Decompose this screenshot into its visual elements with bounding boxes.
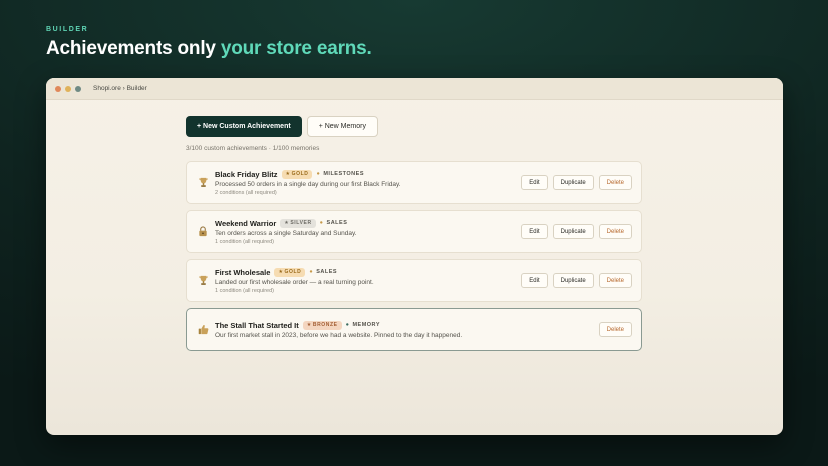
usage-counts: 3/100 custom achievements · 1/100 memori… <box>186 145 320 152</box>
achievement-card[interactable]: Weekend Warrior ★SILVER ● SALES Ten orde… <box>186 210 642 253</box>
card-actions: Edit Duplicate Delete <box>521 175 632 190</box>
card-actions: Delete <box>598 322 632 337</box>
hero-headline: Achievements only your store earns. <box>46 38 372 60</box>
thumbs-up-icon <box>196 323 210 337</box>
window-titlebar: Shopi.ore › Builder <box>46 78 783 100</box>
star-icon: ★ <box>285 171 291 177</box>
new-memory-button[interactable]: + New Memory <box>306 116 378 137</box>
category-dot-icon: ● <box>319 220 324 226</box>
achievement-conditions: 1 condition (all required) <box>215 238 275 245</box>
memory-card[interactable]: The Stall That Started It ★BRONZE ● MEMO… <box>186 308 642 351</box>
achievement-conditions: 1 condition (all required) <box>215 287 275 294</box>
category-dot-icon: ● <box>316 171 321 177</box>
category-tag: ● SALES <box>319 220 348 226</box>
minimize-window-dot[interactable] <box>65 85 71 92</box>
memory-description: Our first market stall in 2023, before w… <box>215 331 463 339</box>
edit-button[interactable]: Edit <box>521 175 548 190</box>
edit-button[interactable]: Edit <box>521 224 548 239</box>
card-actions: Edit Duplicate Delete <box>521 273 632 288</box>
tier-badge: ★BRONZE <box>302 320 342 330</box>
category-dot-icon: ● <box>345 322 350 328</box>
star-icon: ★ <box>284 220 290 226</box>
card-actions: Edit Duplicate Delete <box>521 224 632 239</box>
new-custom-achievement-button[interactable]: + New Custom Achievement <box>186 116 302 137</box>
zoom-window-dot[interactable] <box>75 85 81 92</box>
category-dot-icon: ● <box>309 269 314 275</box>
tier-badge: ★GOLD <box>281 169 313 179</box>
card-body: Black Friday Blitz ★GOLD ● MILESTONES Pr… <box>215 169 521 196</box>
breadcrumb: Shopi.ore › Builder <box>93 85 147 92</box>
trophy-icon <box>196 274 210 288</box>
achievement-title: Black Friday Blitz <box>215 169 278 179</box>
card-body: Weekend Warrior ★SILVER ● SALES Ten orde… <box>215 218 521 245</box>
achievement-card[interactable]: First Wholesale ★GOLD ● SALES Landed our… <box>186 259 642 302</box>
category-tag: ● MILESTONES <box>316 171 364 177</box>
card-body: First Wholesale ★GOLD ● SALES Landed our… <box>215 267 521 294</box>
duplicate-button[interactable]: Duplicate <box>552 175 594 190</box>
hero-eyebrow: BUILDER <box>46 26 89 33</box>
close-window-dot[interactable] <box>55 85 61 92</box>
delete-button[interactable]: Delete <box>598 224 632 239</box>
tier-badge: ★SILVER <box>280 218 316 228</box>
edit-button[interactable]: Edit <box>521 273 548 288</box>
achievement-title: First Wholesale <box>215 267 271 277</box>
achievement-description: Processed 50 orders in a single day duri… <box>215 180 401 188</box>
achievement-description: Ten orders across a single Saturday and … <box>215 229 357 237</box>
app-window: Shopi.ore › Builder + New Custom Achieve… <box>46 78 783 435</box>
duplicate-button[interactable]: Duplicate <box>552 273 594 288</box>
category-tag: ● MEMORY <box>345 322 380 328</box>
delete-button[interactable]: Delete <box>598 322 632 337</box>
achievement-card[interactable]: Black Friday Blitz ★GOLD ● MILESTONES Pr… <box>186 161 642 204</box>
achievement-conditions: 2 conditions (all required) <box>215 189 277 196</box>
achievement-title: Weekend Warrior <box>215 218 277 228</box>
toolbar: + New Custom Achievement + New Memory <box>186 116 642 137</box>
headline-accent: your store earns. <box>220 38 372 59</box>
tier-badge: ★GOLD <box>274 267 306 277</box>
card-body: The Stall That Started It ★BRONZE ● MEMO… <box>215 320 599 339</box>
lock-icon <box>196 225 210 239</box>
star-icon: ★ <box>306 322 312 328</box>
trophy-icon <box>196 176 210 190</box>
memory-title: The Stall That Started It <box>215 320 299 330</box>
achievement-description: Landed our first wholesale order — a rea… <box>215 278 374 286</box>
duplicate-button[interactable]: Duplicate <box>552 224 594 239</box>
achievement-list: Black Friday Blitz ★GOLD ● MILESTONES Pr… <box>186 161 642 351</box>
category-tag: ● SALES <box>309 269 338 275</box>
star-icon: ★ <box>278 269 284 275</box>
delete-button[interactable]: Delete <box>598 175 632 190</box>
headline-main: Achievements only <box>46 38 221 59</box>
builder-content: + New Custom Achievement + New Memory 3/… <box>186 116 642 351</box>
delete-button[interactable]: Delete <box>598 273 632 288</box>
